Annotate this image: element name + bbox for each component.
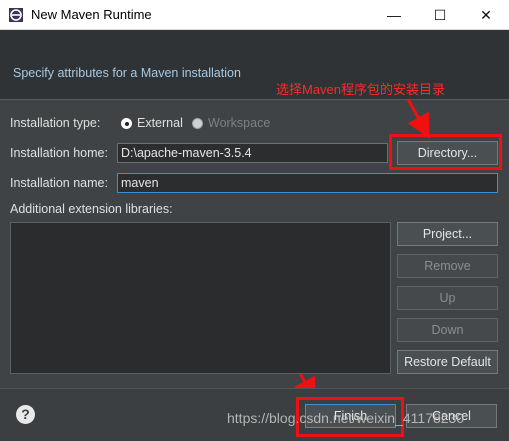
extension-libraries-list[interactable] xyxy=(10,222,391,374)
up-button[interactable]: Up xyxy=(397,286,498,310)
extension-libraries-label: Additional extension libraries: xyxy=(10,202,173,216)
installation-type-label: Installation type: xyxy=(10,116,101,130)
banner-description: Specify attributes for a Maven installat… xyxy=(13,66,241,80)
radio-external-label[interactable]: External xyxy=(137,116,183,130)
close-button[interactable]: ✕ xyxy=(463,0,509,30)
maximize-button[interactable]: ☐ xyxy=(417,0,463,30)
minimize-button[interactable]: — xyxy=(371,0,417,30)
watermark-text: https://blog.csdn.net/weixin_41178230 xyxy=(227,410,465,426)
window-title: New Maven Runtime xyxy=(31,7,152,22)
installation-name-input[interactable] xyxy=(117,173,498,193)
radio-external[interactable] xyxy=(121,118,132,129)
title-bar: New Maven Runtime — ☐ ✕ xyxy=(0,0,509,30)
annotation-text: 选择Maven程序包的安装目录 xyxy=(276,82,446,97)
help-icon[interactable]: ? xyxy=(16,405,35,424)
installation-home-input[interactable] xyxy=(117,143,388,163)
eclipse-icon xyxy=(8,7,24,23)
restore-default-button[interactable]: Restore Default xyxy=(397,350,498,374)
project-button[interactable]: Project... xyxy=(397,222,498,246)
installation-home-label: Installation home: xyxy=(10,146,108,160)
radio-workspace[interactable] xyxy=(192,118,203,129)
arrow-to-directory xyxy=(406,98,430,139)
radio-workspace-label[interactable]: Workspace xyxy=(208,116,270,130)
down-button[interactable]: Down xyxy=(397,318,498,342)
installation-name-label: Installation name: xyxy=(10,176,108,190)
remove-button[interactable]: Remove xyxy=(397,254,498,278)
directory-highlight-box xyxy=(389,134,502,170)
